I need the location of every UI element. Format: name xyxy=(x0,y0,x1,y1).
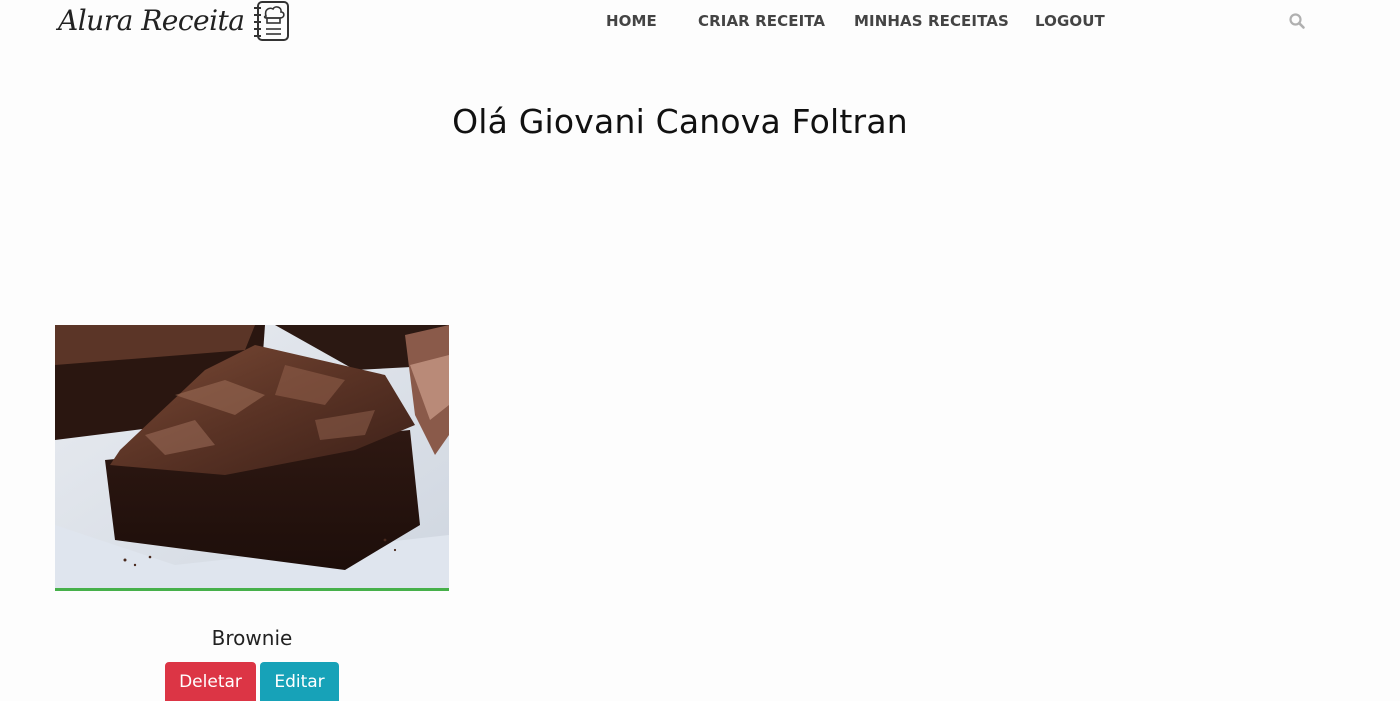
page: Alura Receita HOME CRIAR RECEITA MINHAS … xyxy=(0,0,1400,701)
recipe-title[interactable]: Brownie xyxy=(55,626,449,650)
nav-minhas-receitas[interactable]: MINHAS RECEITAS xyxy=(854,12,1009,30)
card-accent-bar xyxy=(55,588,449,591)
recipe-card: Brownie Deletar Editar xyxy=(55,325,449,701)
main-nav: HOME CRIAR RECEITA MINHAS RECEITAS LOGOU… xyxy=(0,0,1400,44)
edit-button[interactable]: Editar xyxy=(260,662,339,701)
search-icon xyxy=(1289,13,1305,29)
page-title: Olá Giovani Canova Foltran xyxy=(452,102,908,141)
nav-home[interactable]: HOME xyxy=(606,12,657,30)
brownie-photo[interactable] xyxy=(55,325,449,588)
nav-criar-receita[interactable]: CRIAR RECEITA xyxy=(698,12,825,30)
delete-button[interactable]: Deletar xyxy=(165,662,256,701)
card-actions: Deletar Editar xyxy=(165,662,339,701)
nav-logout[interactable]: LOGOUT xyxy=(1035,12,1105,30)
search-button[interactable] xyxy=(1288,12,1306,30)
